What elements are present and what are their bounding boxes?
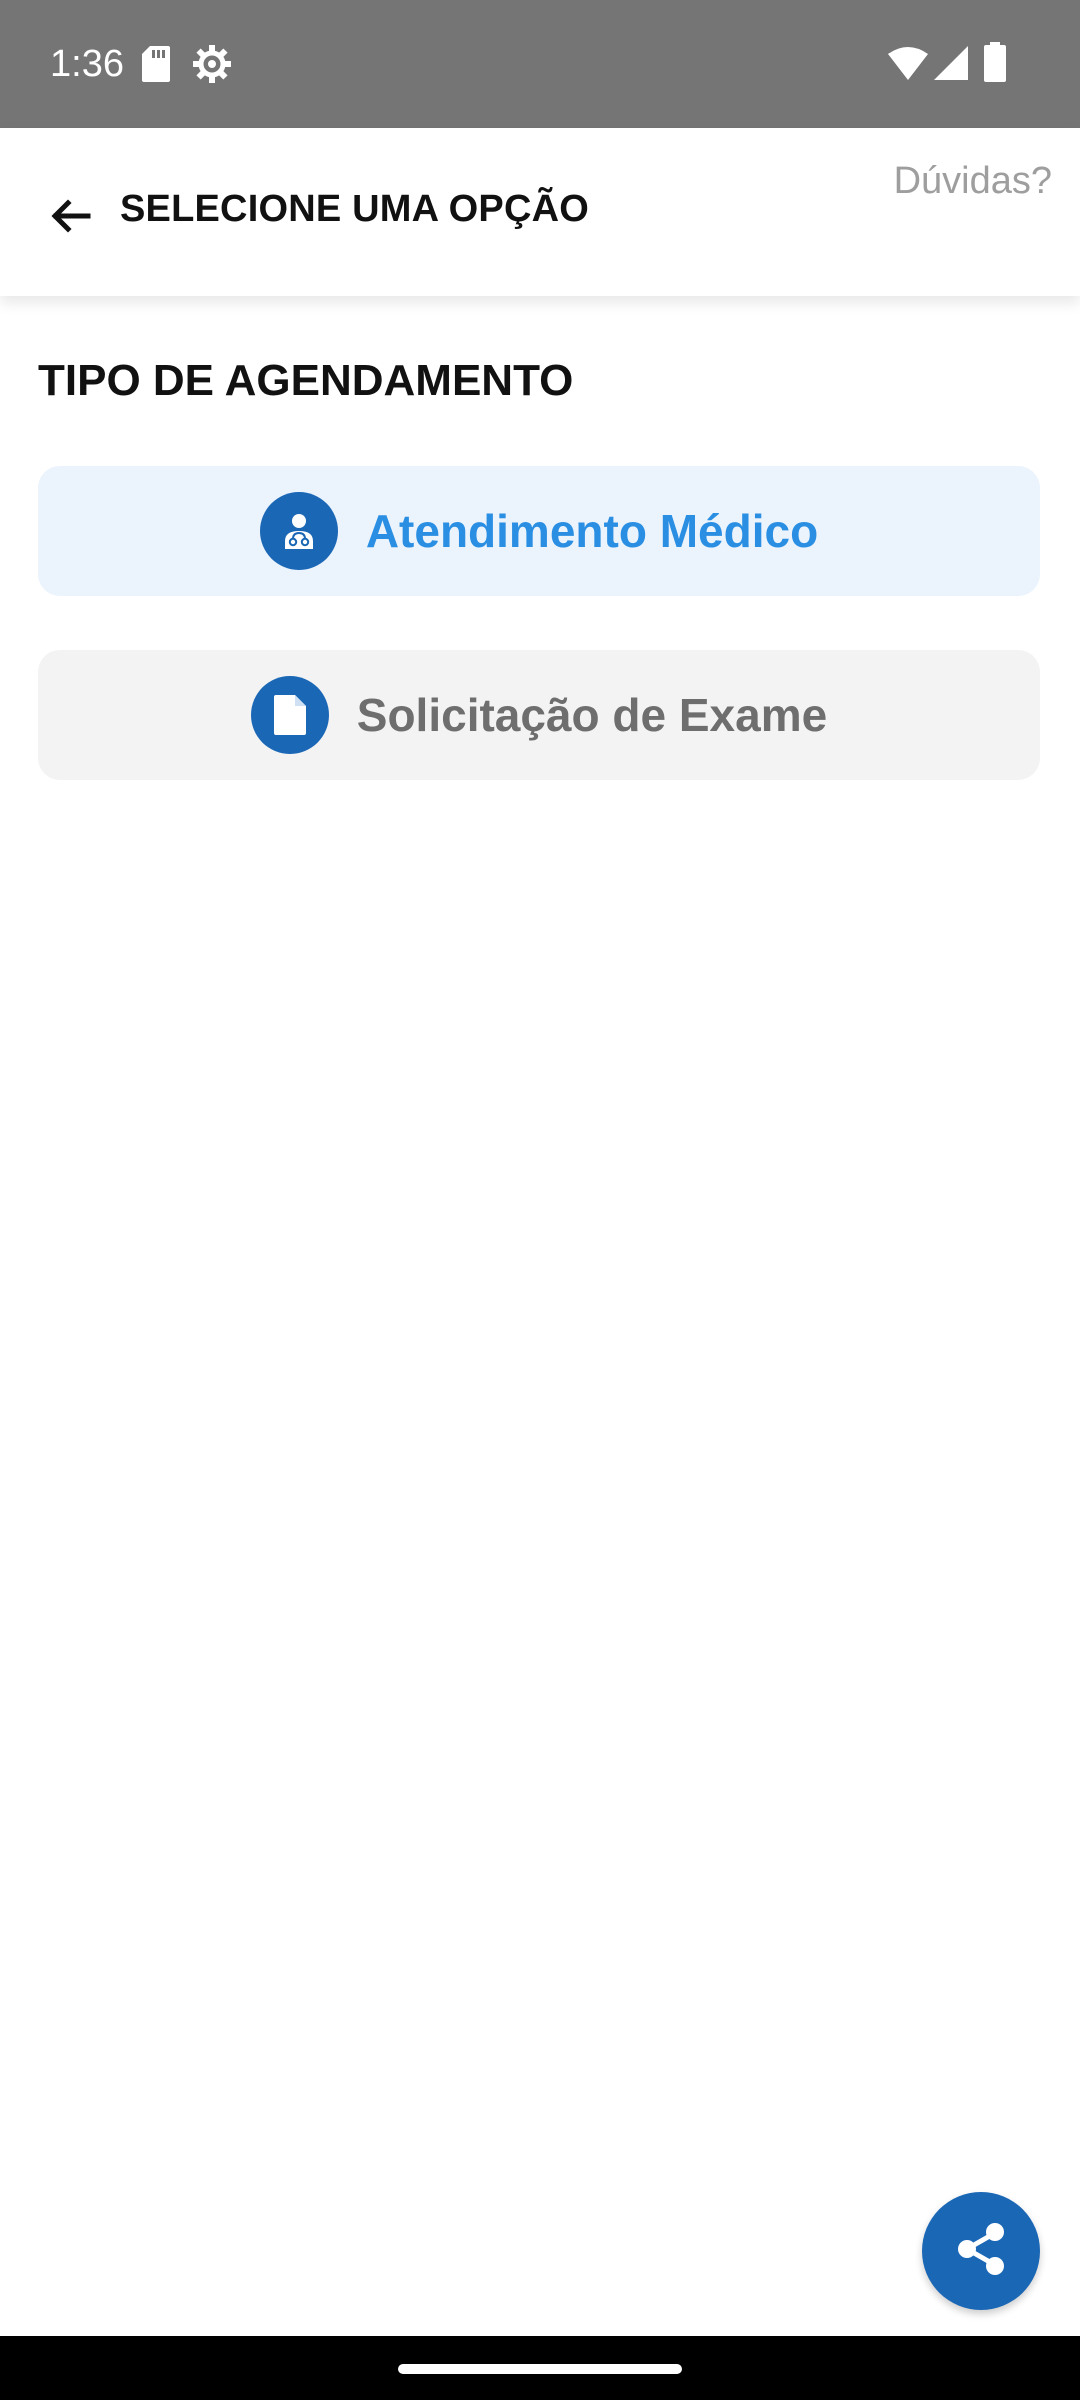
- wifi-icon: [888, 46, 928, 85]
- signal-icon: [934, 46, 968, 85]
- home-gesture-handle[interactable]: [398, 2364, 682, 2374]
- app-bar: SELECIONE UMA OPÇÃO Dúvidas?: [0, 128, 1080, 296]
- settings-gear-icon: [192, 44, 232, 89]
- page-title: SELECIONE UMA OPÇÃO: [120, 188, 589, 230]
- option-atendimento-medico[interactable]: Atendimento Médico: [38, 466, 1040, 596]
- help-link[interactable]: Dúvidas?: [894, 160, 1052, 203]
- doctor-icon: [259, 492, 338, 570]
- share-icon: [949, 2217, 1013, 2286]
- option-label: Atendimento Médico: [365, 505, 819, 557]
- back-button[interactable]: [30, 178, 110, 258]
- section-title: TIPO DE AGENDAMENTO: [38, 356, 574, 405]
- option-label: Solicitação de Exame: [356, 689, 828, 741]
- arrow-back-icon: [46, 192, 94, 245]
- share-button[interactable]: [922, 2192, 1040, 2310]
- sd-card-icon: [142, 46, 170, 87]
- navigation-bar: [0, 2336, 1080, 2400]
- status-time: 1:36: [50, 43, 124, 85]
- document-icon: [250, 676, 329, 754]
- option-solicitacao-exame[interactable]: Solicitação de Exame: [38, 650, 1040, 780]
- status-bar: 1:36: [0, 0, 1080, 128]
- battery-icon: [984, 42, 1006, 87]
